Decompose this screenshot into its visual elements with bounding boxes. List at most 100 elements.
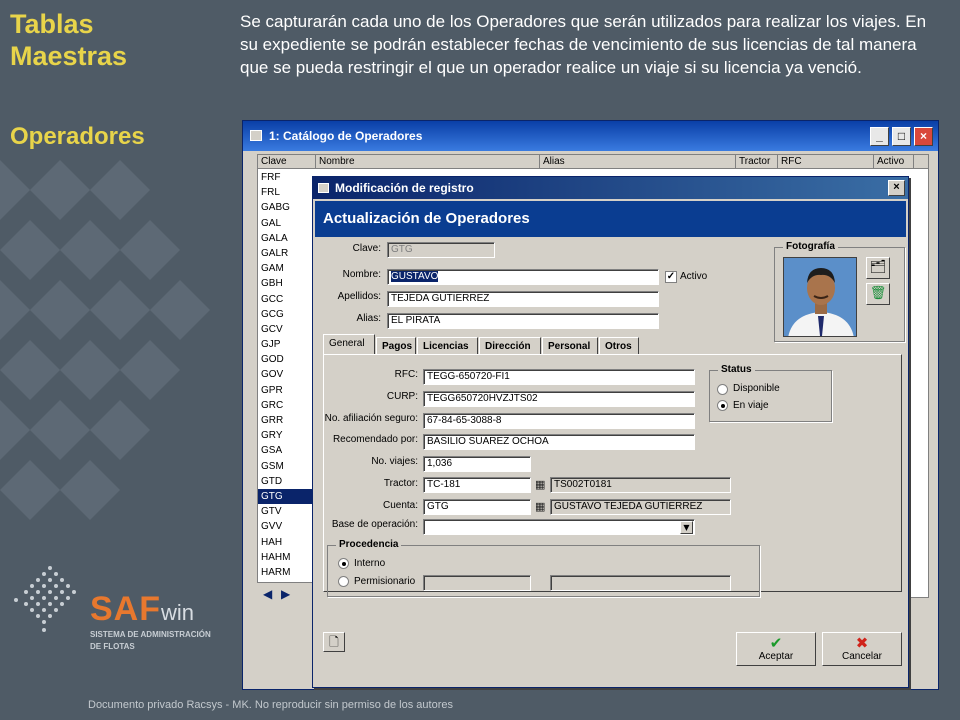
activo-checkbox[interactable]: ✓ <box>665 271 677 283</box>
table-row[interactable]: FRF <box>258 170 316 185</box>
column-header-tractor[interactable]: Tractor <box>736 155 778 169</box>
apellidos-label: Apellidos: <box>337 291 381 302</box>
dialog-app-icon <box>318 183 329 193</box>
cancel-x-icon: ✖ <box>855 634 869 652</box>
table-row[interactable]: GALR <box>258 246 316 261</box>
curp-field[interactable]: TEGG650720HVZJTS02 <box>423 391 695 407</box>
table-row[interactable]: GAM <box>258 261 316 276</box>
new-record-button[interactable]: 🗋 <box>323 632 345 652</box>
tab-general[interactable]: General <box>323 334 375 355</box>
grid-header: Clave Nombre Alias Tractor RFC Activo <box>258 155 928 169</box>
nombre-field[interactable]: GUSTAVO <box>387 269 659 285</box>
accept-button-label: Aceptar <box>758 651 794 662</box>
cuenta-field[interactable]: GTG <box>423 499 531 515</box>
rfc-field[interactable]: TEGG-650720-FI1 <box>423 369 695 385</box>
slide-description: Se capturarán cada uno de los Operadores… <box>240 12 927 77</box>
table-row[interactable]: FRL <box>258 185 316 200</box>
minimize-button[interactable]: _ <box>870 127 889 146</box>
tractor-label: Tractor: <box>383 478 418 489</box>
nav-next-icon[interactable]: ▶ <box>281 587 290 601</box>
status-group: Status <box>709 363 832 422</box>
tractor-lookup-icon[interactable]: ▦ <box>535 478 548 491</box>
table-row[interactable]: GSA <box>258 443 316 458</box>
table-row[interactable]: GJP <box>258 337 316 352</box>
status-en-viaje-label: En viaje <box>733 400 769 411</box>
table-row[interactable]: GPR <box>258 383 316 398</box>
table-row[interactable]: HAH <box>258 535 316 550</box>
column-header-rfc[interactable]: RFC <box>778 155 874 169</box>
recomendado-field[interactable]: BASILIO SUAREZ OCHOA <box>423 434 695 450</box>
maximize-button[interactable]: □ <box>892 127 911 146</box>
operator-portrait-icon <box>784 258 856 336</box>
column-header-nombre[interactable]: Nombre <box>316 155 540 169</box>
cuenta-lookup-icon[interactable]: ▦ <box>535 500 548 513</box>
table-row[interactable]: GRR <box>258 413 316 428</box>
table-row[interactable]: GVV <box>258 519 316 534</box>
close-button[interactable]: × <box>914 127 933 146</box>
table-row[interactable]: GOV <box>258 367 316 382</box>
table-row[interactable]: GOD <box>258 352 316 367</box>
apellidos-field[interactable]: TEJEDA GUTIERREZ <box>387 291 659 307</box>
folder-tree-icon: 🗂 <box>869 260 887 275</box>
tab-otros[interactable]: Otros <box>599 337 639 355</box>
procedencia-interno-label: Interno <box>354 558 386 569</box>
logo-brand: SAFwin <box>90 590 195 628</box>
status-disponible-radio[interactable] <box>717 384 728 395</box>
accept-button[interactable]: ✔ Aceptar <box>736 632 816 666</box>
cancel-button[interactable]: ✖ Cancelar <box>822 632 902 666</box>
operator-photo <box>783 257 857 337</box>
table-row[interactable]: GTD <box>258 474 316 489</box>
procedencia-group-title: Procedencia <box>336 538 402 552</box>
table-row[interactable]: GCG <box>258 307 316 322</box>
catalog-window-titlebar[interactable]: 1: Catálogo de Operadores _ □ × <box>243 121 938 151</box>
base-operacion-select[interactable] <box>423 519 695 535</box>
viajes-field[interactable]: 1,036 <box>423 456 531 472</box>
tab-pagos[interactable]: Pagos <box>376 337 416 355</box>
dialog-header: Actualización de Operadores <box>315 201 906 237</box>
document-icon: 🗋 <box>329 635 339 649</box>
column-header-alias[interactable]: Alias <box>540 155 736 169</box>
permisionario-code-field <box>423 575 531 591</box>
clave-field: GTG <box>387 242 495 258</box>
column-header-clave[interactable]: Clave <box>258 155 316 169</box>
column-header-activo[interactable]: Activo <box>874 155 914 169</box>
table-row[interactable]: GTV <box>258 504 316 519</box>
table-row[interactable]: GSM <box>258 459 316 474</box>
delete-photo-button[interactable]: 🗑 <box>866 283 890 305</box>
tab-licencias[interactable]: Licencias <box>417 337 478 355</box>
tractor-field[interactable]: TC-181 <box>423 477 531 493</box>
dialog-title: Modificación de registro <box>335 181 474 195</box>
table-row[interactable]: HARM <box>258 565 316 580</box>
table-row[interactable]: GABG <box>258 200 316 215</box>
slide-subtitle: Operadores <box>10 123 145 150</box>
dialog-close-button[interactable]: × <box>888 180 905 196</box>
procedencia-permisionario-radio[interactable] <box>338 576 349 587</box>
tab-personal[interactable]: Personal <box>542 337 598 355</box>
afiliacion-field[interactable]: 67-84-65-3088-8 <box>423 413 695 429</box>
procedencia-interno-radio[interactable] <box>338 558 349 569</box>
table-row[interactable]: GTG <box>258 488 316 505</box>
load-photo-button[interactable]: 🗂 <box>866 257 890 279</box>
table-row[interactable]: HAHM <box>258 550 316 565</box>
clave-label: Clave: <box>352 243 381 254</box>
alias-field[interactable]: EL PIRATA <box>387 313 659 329</box>
table-row[interactable]: GAL <box>258 216 316 231</box>
table-row[interactable]: GBH <box>258 276 316 291</box>
chevron-down-icon[interactable]: ▼ <box>680 521 693 534</box>
table-row[interactable]: GCV <box>258 322 316 337</box>
curp-label: CURP: <box>386 391 418 402</box>
table-row[interactable]: GRY <box>258 428 316 443</box>
table-row[interactable]: GCC <box>258 292 316 307</box>
status-en-viaje-radio[interactable] <box>717 400 728 411</box>
status-disponible-label: Disponible <box>733 383 780 394</box>
activo-label: Activo <box>680 271 708 282</box>
window-app-icon <box>250 130 262 141</box>
logo-brand-suffix: win <box>161 600 195 625</box>
grid-nav-bar: ◀ ▶ <box>257 582 315 604</box>
nav-prev-icon[interactable]: ◀ <box>263 587 272 601</box>
table-row[interactable]: GALA <box>258 231 316 246</box>
table-row[interactable]: GRC <box>258 398 316 413</box>
nombre-label: Nombre: <box>342 269 381 280</box>
tab-direccion[interactable]: Dirección <box>479 337 541 355</box>
dialog-titlebar[interactable]: Modificación de registro × <box>313 177 908 199</box>
